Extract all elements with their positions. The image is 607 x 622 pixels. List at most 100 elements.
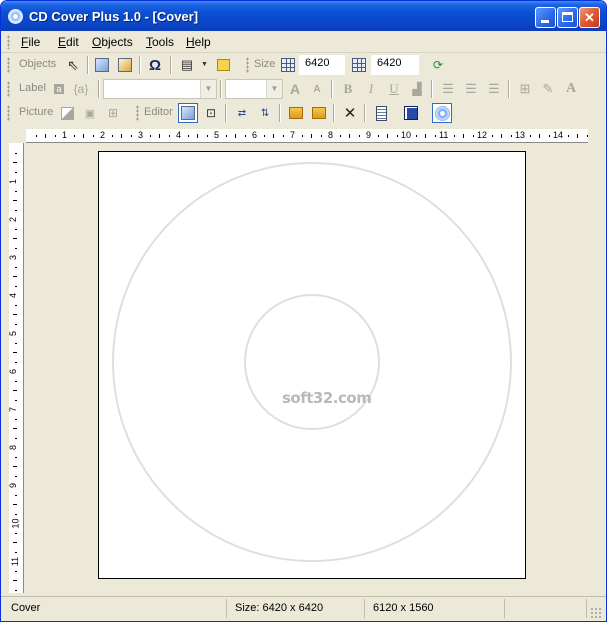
insert-object-dropdown[interactable]: ▤ [177, 55, 197, 75]
ruler-tick [15, 190, 17, 192]
ruler-number: 13 [515, 130, 526, 140]
menubar-grip[interactable] [7, 35, 10, 49]
cover-canvas[interactable] [98, 151, 526, 579]
separator [220, 80, 222, 98]
delete-button[interactable]: ✕ [340, 103, 360, 123]
insert-image-file-button[interactable] [115, 55, 135, 75]
toolbar-grip[interactable] [7, 81, 10, 97]
width-input[interactable]: 6420 [299, 55, 345, 75]
dropdown-arrow-icon[interactable]: ▼ [201, 61, 208, 68]
picture-stretch-button[interactable]: ▣ [80, 103, 100, 123]
ruler-tick [168, 135, 170, 137]
ruler-tick [539, 134, 540, 138]
status-extra [505, 599, 587, 618]
font-style-button[interactable]: A [561, 79, 581, 99]
resize-grip[interactable] [590, 607, 602, 619]
horizontal-ruler[interactable]: 1 2 3 4 5 6 7 8 9 10 11 12 13 14 [26, 129, 588, 143]
object-list-icon: ▤ [180, 57, 194, 72]
swap-horizontal-button[interactable]: ⇄ [232, 103, 252, 123]
align-right-button[interactable]: ☰ [484, 79, 504, 99]
grow-font-button[interactable]: A [285, 79, 305, 99]
ruler-tick [130, 135, 132, 137]
font-size-combo[interactable]: ▼ [225, 79, 283, 99]
cd-app-icon[interactable] [8, 9, 23, 24]
toolbar-grip[interactable] [246, 57, 249, 73]
fill-triangle-icon [60, 106, 74, 120]
size-combo-arrow-icon[interactable]: ▼ [266, 80, 282, 98]
separator [279, 104, 281, 122]
ruler-number: 2 [9, 216, 19, 223]
ruler-number: 1 [9, 178, 19, 185]
separator [225, 104, 227, 122]
menu-help-mnemonic: H [186, 35, 195, 49]
bring-to-front-button[interactable] [286, 103, 306, 123]
ruler-tick [15, 589, 17, 591]
send-to-back-button[interactable] [309, 103, 329, 123]
ruler-tick [121, 134, 122, 138]
edit-picture-button[interactable] [178, 103, 198, 123]
bold-button[interactable]: B [338, 79, 358, 99]
font-a-icon: A [565, 81, 577, 96]
menu-edit[interactable]: Edit [58, 35, 79, 49]
underline-button[interactable]: U [384, 79, 404, 99]
insert-symbol-button[interactable]: Ω [145, 55, 165, 75]
cd-preview-button[interactable] [432, 103, 452, 123]
shrink-font-button[interactable]: A [307, 79, 327, 99]
separator [139, 56, 141, 74]
crop-button[interactable]: ⊡ [201, 103, 221, 123]
ruler-tick [320, 135, 322, 137]
ruler-tick [13, 580, 17, 581]
font-combo-arrow-icon[interactable]: ▼ [200, 80, 216, 98]
app-window: CD Cover Plus 1.0 - [Cover] ✕ File Edit … [0, 0, 607, 622]
minimize-button[interactable] [535, 7, 556, 28]
vertical-ruler[interactable]: 1 2 3 4 5 6 7 8 9 10 11 [9, 143, 24, 593]
ruler-corner [588, 129, 599, 143]
ruler-number: 11 [10, 556, 21, 567]
menu-file[interactable]: File [21, 35, 40, 49]
text-label-button[interactable]: a [49, 79, 69, 99]
border-button[interactable]: ⊞ [515, 79, 535, 99]
ruler-tick [13, 466, 17, 467]
background-color-button[interactable] [213, 55, 233, 75]
insert-picture-button[interactable] [92, 55, 112, 75]
menu-help[interactable]: Help [186, 35, 211, 49]
align-center-button[interactable]: ☰ [461, 79, 481, 99]
text-color-pen-button[interactable]: ✎ [538, 79, 558, 99]
ruler-tick [311, 134, 312, 138]
italic-button[interactable]: I [361, 79, 381, 99]
separator [364, 104, 366, 122]
ruler-tick [15, 475, 17, 477]
strikeout-button[interactable]: ▟ [407, 79, 427, 99]
height-input[interactable]: 6420 [371, 55, 419, 75]
menu-tools[interactable]: Tools [146, 35, 174, 49]
ruler-tick [301, 135, 303, 137]
select-pointer-button[interactable]: ⇖ [63, 55, 83, 75]
menu-help-rest: elp [194, 35, 211, 49]
toolbar-grip[interactable] [7, 105, 10, 121]
ruler-tick [13, 276, 17, 277]
window-title: CD Cover Plus 1.0 - [Cover] [29, 9, 199, 24]
ruler-tick [339, 135, 341, 137]
maximize-button[interactable] [557, 7, 578, 28]
font-name-combo[interactable]: ▼ [103, 79, 217, 99]
menu-objects[interactable]: Objects [92, 35, 133, 49]
ruler-tick [187, 135, 189, 137]
stretch-icon: ▣ [84, 107, 96, 120]
page-setup-button[interactable] [371, 103, 391, 123]
toolbar-grip[interactable] [136, 105, 139, 121]
picture-fill-button[interactable] [57, 103, 77, 123]
close-window-button[interactable]: ✕ [579, 7, 600, 28]
title-bar[interactable]: CD Cover Plus 1.0 - [Cover] ✕ [1, 1, 606, 31]
ruler-tick [54, 135, 56, 137]
save-button[interactable] [401, 103, 421, 123]
ruler-tick [15, 304, 17, 306]
align-left-button[interactable]: ☰ [438, 79, 458, 99]
swap-vertical-button[interactable]: ⇅ [255, 103, 275, 123]
separator [508, 80, 510, 98]
delete-x-icon: ✕ [343, 105, 357, 122]
apply-size-button[interactable]: ⟳ [428, 55, 448, 75]
ruler-tick [225, 135, 227, 137]
picture-tile-button[interactable]: ⊞ [103, 103, 123, 123]
toolbar-grip[interactable] [7, 57, 10, 73]
variable-button[interactable]: {a} [71, 79, 91, 99]
